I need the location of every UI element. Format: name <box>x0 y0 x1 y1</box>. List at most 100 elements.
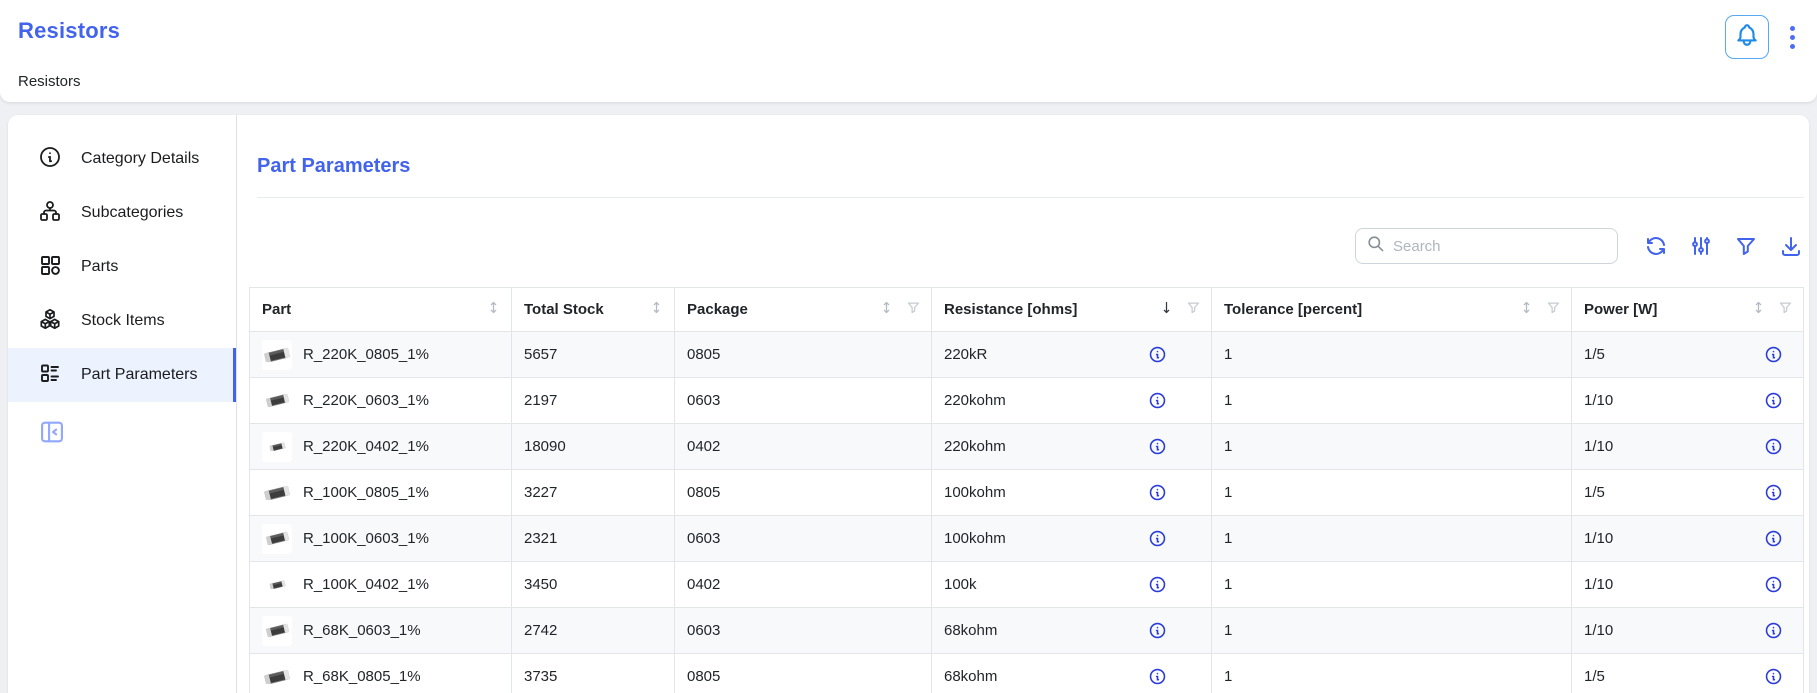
bell-icon <box>1734 22 1760 53</box>
tolerance-cell: 1 <box>1212 470 1572 516</box>
sort-descending-icon[interactable] <box>1159 300 1174 319</box>
power-cell: 1/5 <box>1572 654 1804 693</box>
refresh-icon[interactable] <box>1643 233 1669 259</box>
column-filter-icon[interactable] <box>1546 300 1561 319</box>
part-parameters-panel: Part Parameters <box>237 115 1809 693</box>
package-cell: 0805 <box>675 470 932 516</box>
sidebar-item-label: Part Parameters <box>81 366 197 384</box>
table-header-row: Part Total Stock Package <box>250 288 1804 332</box>
resistor-chip-image <box>265 531 290 545</box>
part-thumbnail <box>262 616 292 646</box>
total-stock-cell: 3227 <box>512 470 675 516</box>
info-icon[interactable] <box>1148 621 1167 640</box>
column-filter-icon[interactable] <box>906 300 921 319</box>
tolerance-cell: 1 <box>1212 608 1572 654</box>
total-stock-cell: 18090 <box>512 424 675 470</box>
table-row[interactable]: R_220K_0402_1%180900402220kohm11/10 <box>250 424 1804 470</box>
column-header-resistance[interactable]: Resistance [ohms] <box>932 288 1212 332</box>
column-filter-icon[interactable] <box>1186 300 1201 319</box>
search-box[interactable] <box>1355 228 1618 264</box>
notifications-button[interactable] <box>1725 15 1769 59</box>
resistance-cell: 220kR <box>932 332 1212 378</box>
info-icon[interactable] <box>1148 391 1167 410</box>
info-icon[interactable] <box>1764 575 1783 594</box>
info-icon[interactable] <box>1148 575 1167 594</box>
info-icon[interactable] <box>1148 345 1167 364</box>
resistor-chip-image <box>265 393 290 407</box>
sidebar-item-label: Parts <box>81 258 118 276</box>
resistance-value: 100kohm <box>944 530 1006 547</box>
part-thumbnail <box>262 570 292 600</box>
column-header-tolerance[interactable]: Tolerance [percent] <box>1212 288 1572 332</box>
column-header-power[interactable]: Power [W] <box>1572 288 1804 332</box>
info-icon[interactable] <box>1764 529 1783 548</box>
part-name: R_68K_0805_1% <box>303 668 421 685</box>
column-filter-icon[interactable] <box>1778 300 1793 319</box>
column-header-part[interactable]: Part <box>250 288 512 332</box>
tolerance-cell: 1 <box>1212 654 1572 693</box>
resistance-value: 100kohm <box>944 484 1006 501</box>
table-row[interactable]: R_100K_0603_1%23210603100kohm11/10 <box>250 516 1804 562</box>
filter-icon[interactable] <box>1733 233 1759 259</box>
table-row[interactable]: R_100K_0402_1%34500402100k11/10 <box>250 562 1804 608</box>
collapse-sidebar-icon[interactable] <box>38 418 66 446</box>
resistance-cell: 220kohm <box>932 424 1212 470</box>
table-row[interactable]: R_220K_0603_1%21970603220kohm11/10 <box>250 378 1804 424</box>
page-title: Resistors <box>18 13 120 44</box>
resistance-cell: 100kohm <box>932 470 1212 516</box>
resistance-value: 220kohm <box>944 392 1006 409</box>
info-icon[interactable] <box>1148 667 1167 686</box>
tolerance-cell: 1 <box>1212 424 1572 470</box>
power-value: 1/10 <box>1584 576 1613 593</box>
breadcrumb[interactable]: Resistors <box>18 73 81 90</box>
sort-icon[interactable] <box>1519 300 1534 319</box>
part-cell: R_220K_0402_1% <box>250 424 512 470</box>
info-icon[interactable] <box>1764 621 1783 640</box>
tolerance-cell: 1 <box>1212 332 1572 378</box>
resistor-chip-image <box>263 485 291 501</box>
download-icon[interactable] <box>1778 233 1804 259</box>
power-cell: 1/10 <box>1572 562 1804 608</box>
info-icon[interactable] <box>1764 483 1783 502</box>
sidebar-item-subcategories[interactable]: Subcategories <box>8 186 236 240</box>
category-sidebar: Category Details Subcategories Parts <box>8 115 237 693</box>
info-icon[interactable] <box>1764 667 1783 686</box>
table-row[interactable]: R_68K_0805_1%3735080568kohm11/5 <box>250 654 1804 693</box>
part-thumbnail <box>262 662 292 692</box>
kebab-menu-icon[interactable] <box>1783 15 1801 59</box>
table-row[interactable]: R_220K_0805_1%56570805220kR11/5 <box>250 332 1804 378</box>
info-icon[interactable] <box>1764 345 1783 364</box>
package-cell: 0402 <box>675 424 932 470</box>
sidebar-item-stock-items[interactable]: Stock Items <box>8 294 236 348</box>
sort-icon[interactable] <box>1751 300 1766 319</box>
search-input[interactable] <box>1393 238 1607 255</box>
sidebar-item-parts[interactable]: Parts <box>8 240 236 294</box>
info-icon[interactable] <box>1148 437 1167 456</box>
sort-icon[interactable] <box>879 300 894 319</box>
info-icon[interactable] <box>1764 391 1783 410</box>
info-icon[interactable] <box>1764 437 1783 456</box>
column-header-total-stock[interactable]: Total Stock <box>512 288 675 332</box>
resistor-chip-image <box>263 347 291 363</box>
package-cell: 0402 <box>675 562 932 608</box>
sidebar-item-category-details[interactable]: Category Details <box>8 132 236 186</box>
info-icon[interactable] <box>1148 529 1167 548</box>
column-header-package[interactable]: Package <box>675 288 932 332</box>
part-cell: R_68K_0805_1% <box>250 654 512 693</box>
power-value: 1/10 <box>1584 530 1613 547</box>
table-row[interactable]: R_68K_0603_1%2742060368kohm11/10 <box>250 608 1804 654</box>
part-parameters-table: Part Total Stock Package <box>249 287 1804 693</box>
sort-icon[interactable] <box>486 300 501 319</box>
part-cell: R_100K_0402_1% <box>250 562 512 608</box>
adjustments-icon[interactable] <box>1688 233 1714 259</box>
info-icon[interactable] <box>1148 483 1167 502</box>
table-row[interactable]: R_100K_0805_1%32270805100kohm11/5 <box>250 470 1804 516</box>
search-icon <box>1366 234 1385 258</box>
package-cell: 0603 <box>675 378 932 424</box>
power-value: 1/10 <box>1584 622 1613 639</box>
resistance-value: 100k <box>944 576 977 593</box>
part-thumbnail <box>262 386 292 416</box>
page-header: Resistors Resistors <box>0 0 1817 102</box>
sort-icon[interactable] <box>649 300 664 319</box>
sidebar-item-part-parameters[interactable]: Part Parameters <box>8 348 236 402</box>
